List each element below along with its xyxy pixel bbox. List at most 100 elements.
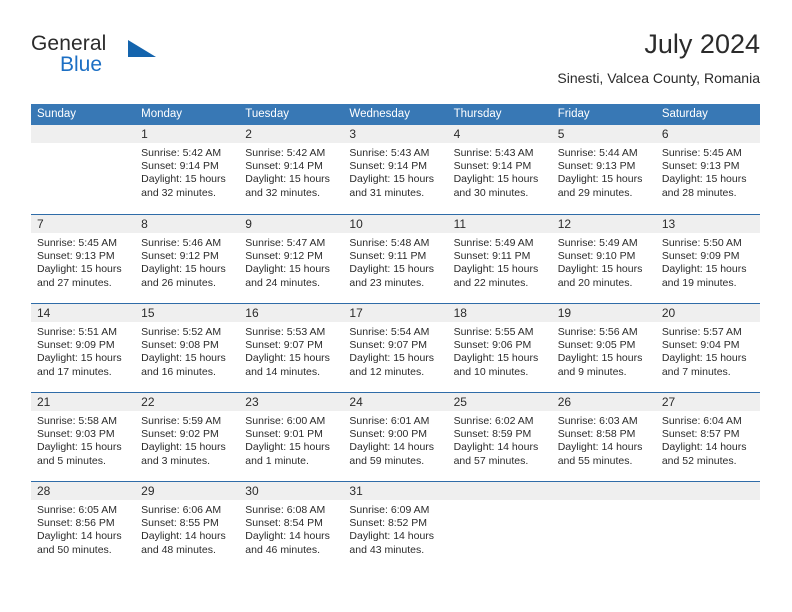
calendar-day-cell[interactable]: 25 Sunrise: 6:02 AM Sunset: 8:59 PM Dayligh… [447,393,552,481]
calendar-day-cell[interactable]: 23 Sunrise: 6:00 AM Sunset: 9:01 PM Dayligh… [239,393,344,481]
day-details: Sunrise: 5:45 AM Sunset: 9:13 PM Daylight:… [656,143,760,200]
day-details: Sunrise: 5:59 AM Sunset: 9:02 PM Daylight:… [135,411,239,468]
day-details [448,500,552,504]
day-number: 21 [31,393,136,411]
day-details: Sunrise: 6:06 AM Sunset: 8:55 PM Daylight:… [135,500,239,557]
day-details [656,500,760,504]
day-detail-line: and 27 minutes. [37,276,112,289]
day-detail-line: and 48 minutes. [141,543,216,556]
calendar-day-cell[interactable]: 2 Sunrise: 5:42 AM Sunset: 9:14 PM Daylight… [239,125,344,214]
day-number: 20 [655,304,760,322]
calendar-day-cell[interactable]: 26 Sunrise: 6:03 AM Sunset: 8:58 PM Dayligh… [551,393,656,481]
day-number: 27 [655,393,760,411]
day-details: Sunrise: 5:53 AM Sunset: 9:07 PM Daylight:… [239,322,343,379]
day-detail-line: Sunset: 9:14 PM [453,160,532,173]
day-number: 2 [239,125,344,143]
triangle-icon [128,40,156,57]
day-number [31,125,136,143]
day-detail-line: Sunset: 9:05 PM [557,339,636,352]
calendar-week-row: 14 Sunrise: 5:51 AM Sunset: 9:09 PM Dayligh… [31,303,760,392]
day-detail-line: Sunrise: 5:42 AM [141,147,222,159]
calendar-day-cell[interactable]: 12 Sunrise: 5:49 AM Sunset: 9:10 PM Dayligh… [551,215,656,303]
day-detail-line: Daylight: 15 hours [661,352,747,365]
day-details: Sunrise: 5:44 AM Sunset: 9:13 PM Daylight:… [552,143,656,200]
calendar-day-cell[interactable]: 22 Sunrise: 5:59 AM Sunset: 9:02 PM Dayligh… [135,393,240,481]
day-detail-line: and 19 minutes. [661,276,737,289]
day-number: 14 [31,304,136,322]
day-details: Sunrise: 6:09 AM Sunset: 8:52 PM Daylight:… [343,500,447,557]
calendar-day-cell[interactable]: 7 Sunrise: 5:45 AM Sunset: 9:13 PM Daylight… [31,215,136,303]
calendar-day-cell[interactable]: 17 Sunrise: 5:54 AM Sunset: 9:07 PM Dayligh… [343,304,448,392]
calendar-day-cell[interactable]: 9 Sunrise: 5:47 AM Sunset: 9:12 PM Daylight… [239,215,344,303]
calendar-day-cell[interactable]: 27 Sunrise: 6:04 AM Sunset: 8:57 PM Dayligh… [655,393,760,481]
calendar-day-cell[interactable]: 30 Sunrise: 6:08 AM Sunset: 8:54 PM Dayligh… [239,482,344,570]
day-detail-line: Sunrise: 6:01 AM [349,415,430,427]
calendar-week-row: 1 Sunrise: 5:42 AM Sunset: 9:14 PM Daylight… [31,125,760,214]
day-detail-line: and 7 minutes. [661,365,731,378]
calendar-day-cell[interactable]: 16 Sunrise: 5:53 AM Sunset: 9:07 PM Dayligh… [239,304,344,392]
day-details: Sunrise: 6:05 AM Sunset: 8:56 PM Daylight:… [31,500,135,557]
calendar-day-cell[interactable]: 10 Sunrise: 5:48 AM Sunset: 9:11 PM Dayligh… [343,215,448,303]
calendar-day-cell[interactable]: 5 Sunrise: 5:44 AM Sunset: 9:13 PM Daylight… [551,125,656,214]
day-number: 4 [447,125,552,143]
day-details: Sunrise: 6:08 AM Sunset: 8:54 PM Daylight:… [239,500,343,557]
calendar-page: General Blue July 2024 Sinesti, Valcea C… [0,0,792,612]
day-number: 9 [239,215,344,233]
calendar-day-cell[interactable]: 1 Sunrise: 5:42 AM Sunset: 9:14 PM Daylight… [135,125,240,214]
day-detail-line: Sunset: 9:01 PM [245,428,323,441]
day-detail-line: Sunrise: 5:49 AM [557,237,638,249]
calendar-day-cell[interactable]: 18 Sunrise: 5:55 AM Sunset: 9:06 PM Dayligh… [447,304,552,392]
day-detail-line: Daylight: 15 hours [37,352,122,365]
day-details: Sunrise: 6:00 AM Sunset: 9:01 PM Daylight:… [239,411,343,468]
day-detail-line: Daylight: 15 hours [245,441,330,454]
day-details: Sunrise: 5:58 AM Sunset: 9:03 PM Daylight:… [31,411,135,468]
calendar-day-cell[interactable]: 28 Sunrise: 6:05 AM Sunset: 8:56 PM Dayligh… [31,482,136,570]
day-detail-line: Sunrise: 6:08 AM [245,504,326,516]
calendar-day-cell[interactable]: 15 Sunrise: 5:52 AM Sunset: 9:08 PM Dayligh… [135,304,240,392]
day-detail-line: Sunrise: 5:44 AM [557,147,638,159]
calendar-day-cell[interactable]: 19 Sunrise: 5:56 AM Sunset: 9:05 PM Dayligh… [551,304,656,392]
day-details: Sunrise: 5:42 AM Sunset: 9:14 PM Daylight:… [135,143,239,200]
day-detail-line: Sunset: 8:54 PM [245,517,323,530]
page-title: July 2024 [644,29,760,59]
calendar-day-cell[interactable]: 29 Sunrise: 6:06 AM Sunset: 8:55 PM Dayligh… [135,482,240,570]
calendar-day-cell[interactable]: 31 Sunrise: 6:09 AM Sunset: 8:52 PM Dayligh… [343,482,448,570]
calendar-day-cell[interactable]: 8 Sunrise: 5:46 AM Sunset: 9:12 PM Daylight… [135,215,240,303]
day-details: Sunrise: 5:47 AM Sunset: 9:12 PM Daylight:… [239,233,343,290]
day-details: Sunrise: 5:46 AM Sunset: 9:12 PM Daylight:… [135,233,239,290]
calendar-day-cell[interactable]: 20 Sunrise: 5:57 AM Sunset: 9:04 PM Dayligh… [655,304,760,392]
day-detail-line: Sunset: 9:13 PM [661,160,740,173]
day-detail-line: Sunset: 9:09 PM [37,339,115,352]
day-detail-line: and 16 minutes. [141,365,216,378]
day-detail-line: Sunrise: 5:54 AM [349,326,430,338]
day-detail-line: Sunrise: 5:45 AM [661,147,742,159]
day-details: Sunrise: 5:49 AM Sunset: 9:10 PM Daylight:… [552,233,656,290]
day-detail-line: Sunrise: 5:55 AM [453,326,534,338]
day-number [655,482,760,500]
day-detail-line: Sunrise: 6:00 AM [245,415,326,427]
day-detail-line: Sunset: 9:14 PM [245,160,323,173]
calendar-day-cell[interactable]: 3 Sunrise: 5:43 AM Sunset: 9:14 PM Daylight… [343,125,448,214]
day-detail-line: Sunset: 8:52 PM [349,517,428,530]
day-details: Sunrise: 5:43 AM Sunset: 9:14 PM Daylight:… [343,143,447,200]
day-detail-line: Daylight: 15 hours [37,441,122,454]
day-number: 6 [655,125,760,143]
calendar-day-cell[interactable]: 11 Sunrise: 5:49 AM Sunset: 9:11 PM Dayligh… [447,215,552,303]
day-detail-line: Daylight: 15 hours [141,263,226,276]
calendar-day-cell[interactable]: 21 Sunrise: 5:58 AM Sunset: 9:03 PM Dayligh… [31,393,136,481]
day-detail-line: Daylight: 15 hours [661,263,747,276]
day-number: 28 [31,482,136,500]
day-detail-line: Sunrise: 6:04 AM [661,415,742,427]
day-detail-line: Daylight: 15 hours [349,173,435,186]
day-detail-line: Sunset: 9:10 PM [557,250,636,263]
calendar-day-cell[interactable]: 13 Sunrise: 5:50 AM Sunset: 9:09 PM Dayligh… [655,215,760,303]
day-detail-line: Sunrise: 5:49 AM [453,237,534,249]
calendar-day-cell[interactable]: 14 Sunrise: 5:51 AM Sunset: 9:09 PM Dayligh… [31,304,136,392]
calendar-day-cell[interactable]: 6 Sunrise: 5:45 AM Sunset: 9:13 PM Daylight… [655,125,760,214]
day-detail-line: and 12 minutes. [349,365,425,378]
day-detail-line: Daylight: 15 hours [661,173,747,186]
day-detail-line: and 9 minutes. [557,365,627,378]
calendar-day-cell[interactable]: 24 Sunrise: 6:01 AM Sunset: 9:00 PM Dayligh… [343,393,448,481]
day-number: 25 [447,393,552,411]
calendar-day-cell[interactable]: 4 Sunrise: 5:43 AM Sunset: 9:14 PM Daylight… [447,125,552,214]
